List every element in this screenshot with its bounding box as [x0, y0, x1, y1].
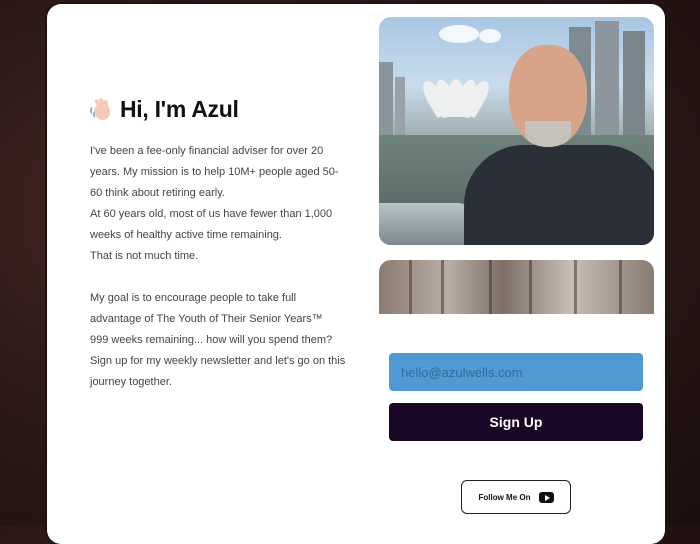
greeting: Hi, I'm Azul [90, 96, 350, 123]
intro-section: Hi, I'm Azul I've been a fee-only financ… [90, 96, 350, 393]
bio-paragraph: Sign up for my weekly newsletter and let… [90, 355, 346, 388]
bio-paragraph: That is not much time. [90, 250, 199, 262]
follow-label: Follow Me On [478, 492, 531, 502]
page-title: Hi, I'm Azul [120, 96, 239, 122]
email-input[interactable] [389, 353, 643, 391]
bio-text: I've been a fee-only financial adviser f… [90, 141, 350, 393]
profile-card: Hi, I'm Azul I've been a fee-only financ… [47, 4, 665, 544]
profile-photo [379, 17, 654, 245]
youtube-icon [538, 491, 554, 503]
bio-paragraph: At 60 years old, most of us have fewer t… [90, 208, 333, 241]
bio-paragraph: 999 weeks remaining... how will you spen… [90, 334, 333, 346]
follow-youtube-button[interactable]: Follow Me On [461, 480, 571, 514]
bio-paragraph: I've been a fee-only financial adviser f… [90, 145, 339, 199]
sign-up-button[interactable]: Sign Up [389, 403, 643, 441]
bio-paragraph: My goal is to encourage people to take f… [90, 292, 323, 325]
waving-hand-icon [90, 97, 114, 122]
secondary-photo [379, 260, 654, 314]
